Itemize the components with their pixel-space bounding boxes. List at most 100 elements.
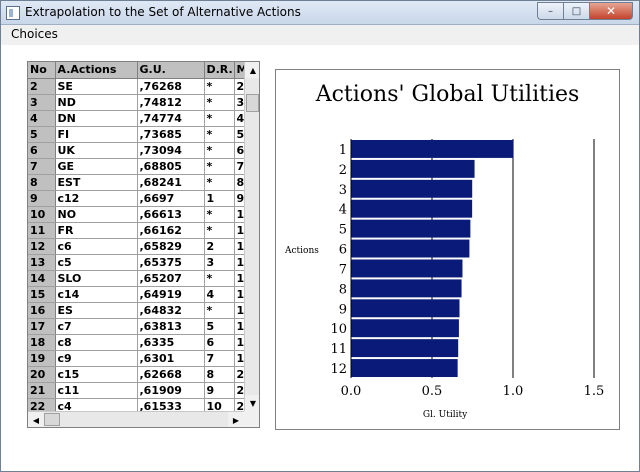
cell-global-utility[interactable]: ,76268 bbox=[137, 78, 205, 95]
row-number[interactable]: 8 bbox=[28, 174, 56, 191]
cell-m[interactable]: 1 bbox=[234, 350, 245, 367]
row-number[interactable]: 6 bbox=[28, 142, 56, 159]
scroll-down-arrow-icon[interactable]: ▼ bbox=[245, 395, 259, 411]
menu-choices[interactable]: Choices bbox=[11, 27, 58, 41]
row-number[interactable]: 21 bbox=[28, 382, 56, 399]
table-row[interactable]: 13 c5,65375 3 1 bbox=[28, 254, 245, 271]
cell-m[interactable]: 6 bbox=[234, 142, 245, 159]
cell-dr[interactable]: * bbox=[204, 206, 235, 223]
cell-action[interactable]: c5 bbox=[55, 254, 138, 271]
cell-dr[interactable]: 9 bbox=[204, 382, 235, 399]
title-bar[interactable]: Extrapolation to the Set of Alternative … bbox=[1, 1, 639, 25]
cell-dr[interactable]: * bbox=[204, 126, 235, 143]
row-number[interactable]: 2 bbox=[28, 78, 56, 95]
table-row[interactable]: 16 ES ,64832 * 1 bbox=[28, 302, 245, 319]
cell-action[interactable]: NO bbox=[55, 206, 138, 223]
cell-dr[interactable]: * bbox=[204, 302, 235, 319]
header-gu[interactable]: G.U. bbox=[137, 62, 205, 79]
cell-global-utility[interactable]: ,65829 bbox=[137, 238, 205, 255]
cell-global-utility[interactable]: ,6335 bbox=[137, 334, 205, 351]
cell-dr[interactable]: * bbox=[204, 174, 235, 191]
horizontal-scroll-thumb[interactable] bbox=[44, 413, 60, 426]
cell-global-utility[interactable]: ,6697 bbox=[137, 190, 205, 207]
cell-global-utility[interactable]: ,64832 bbox=[137, 302, 205, 319]
row-number[interactable]: 10 bbox=[28, 206, 56, 223]
cell-m[interactable]: 1 bbox=[234, 238, 245, 255]
cell-action[interactable]: EST bbox=[55, 174, 138, 191]
cell-action[interactable]: SLO bbox=[55, 270, 138, 287]
cell-dr[interactable]: 1 bbox=[204, 190, 235, 207]
row-number[interactable]: 13 bbox=[28, 254, 56, 271]
cell-global-utility[interactable]: ,74812 bbox=[137, 94, 205, 111]
cell-global-utility[interactable]: ,65207 bbox=[137, 270, 205, 287]
cell-global-utility[interactable]: ,64919 bbox=[137, 286, 205, 303]
row-number[interactable]: 12 bbox=[28, 238, 56, 255]
cell-dr[interactable]: * bbox=[204, 142, 235, 159]
cell-m[interactable]: 1 bbox=[234, 302, 245, 319]
cell-action[interactable]: FI bbox=[55, 126, 138, 143]
table-row[interactable]: 3 ND ,74812 * 3 bbox=[28, 94, 245, 111]
close-button[interactable]: ✕ bbox=[589, 2, 633, 20]
horizontal-scrollbar[interactable]: ◀ ▶ bbox=[28, 411, 244, 427]
cell-global-utility[interactable]: ,6301 bbox=[137, 350, 205, 367]
table-row[interactable]: 17 c7,63813 5 1 bbox=[28, 318, 245, 335]
table-row[interactable]: 7 GE ,68805 * 7 bbox=[28, 158, 245, 175]
cell-action[interactable]: DN bbox=[55, 110, 138, 127]
cell-global-utility[interactable]: ,73685 bbox=[137, 126, 205, 143]
cell-global-utility[interactable]: ,63813 bbox=[137, 318, 205, 335]
cell-dr[interactable]: * bbox=[204, 270, 235, 287]
cell-global-utility[interactable]: ,62668 bbox=[137, 366, 205, 383]
cell-action[interactable]: FR bbox=[55, 222, 138, 239]
cell-m[interactable]: 1 bbox=[234, 222, 245, 239]
table-row[interactable]: 15 c14,64919 4 1 bbox=[28, 286, 245, 303]
scroll-right-arrow-icon[interactable]: ▶ bbox=[228, 412, 244, 427]
cell-global-utility[interactable]: ,74774 bbox=[137, 110, 205, 127]
cell-m[interactable]: 1 bbox=[234, 334, 245, 351]
table-row[interactable]: 8 EST ,68241 * 8 bbox=[28, 174, 245, 191]
cell-action[interactable]: UK bbox=[55, 142, 138, 159]
row-number[interactable]: 16 bbox=[28, 302, 56, 319]
row-number[interactable]: 4 bbox=[28, 110, 56, 127]
cell-m[interactable]: 2 bbox=[234, 382, 245, 399]
cell-m[interactable]: 1 bbox=[234, 254, 245, 271]
cell-m[interactable]: 4 bbox=[234, 110, 245, 127]
row-number[interactable]: 7 bbox=[28, 158, 56, 175]
scroll-up-arrow-icon[interactable]: ▲ bbox=[245, 62, 259, 78]
row-number[interactable]: 11 bbox=[28, 222, 56, 239]
cell-m[interactable]: 1 bbox=[234, 206, 245, 223]
cell-dr[interactable]: 8 bbox=[204, 366, 235, 383]
cell-m[interactable]: 8 bbox=[234, 174, 245, 191]
cell-global-utility[interactable]: ,66613 bbox=[137, 206, 205, 223]
actions-grid[interactable]: No A.Actions G.U. D.R. M 2SE,76268*23ND,… bbox=[27, 61, 260, 428]
cell-action[interactable]: c14 bbox=[55, 286, 138, 303]
table-row[interactable]: 9 c12,6697 1 9 bbox=[28, 190, 245, 207]
cell-m[interactable]: 9 bbox=[234, 190, 245, 207]
cell-m[interactable]: 5 bbox=[234, 126, 245, 143]
cell-dr[interactable]: * bbox=[204, 222, 235, 239]
row-number[interactable]: 14 bbox=[28, 270, 56, 287]
cell-action[interactable]: c15 bbox=[55, 366, 138, 383]
table-row[interactable]: 4 DN ,74774 * 4 bbox=[28, 110, 245, 127]
cell-action[interactable]: c7 bbox=[55, 318, 138, 335]
cell-action[interactable]: c8 bbox=[55, 334, 138, 351]
cell-dr[interactable]: 7 bbox=[204, 350, 235, 367]
row-number[interactable]: 17 bbox=[28, 318, 56, 335]
cell-action[interactable]: c12 bbox=[55, 190, 138, 207]
header-no[interactable]: No bbox=[28, 62, 56, 79]
cell-m[interactable]: 1 bbox=[234, 270, 245, 287]
vertical-scroll-thumb[interactable] bbox=[246, 94, 259, 112]
table-row[interactable]: 12 c6,65829 2 1 bbox=[28, 238, 245, 255]
cell-m[interactable]: 3 bbox=[234, 94, 245, 111]
cell-dr[interactable]: * bbox=[204, 78, 235, 95]
cell-global-utility[interactable]: ,66162 bbox=[137, 222, 205, 239]
table-row[interactable]: 6 UK ,73094 * 6 bbox=[28, 142, 245, 159]
cell-global-utility[interactable]: ,68241 bbox=[137, 174, 205, 191]
table-row[interactable]: 10 NO ,66613 * 1 bbox=[28, 206, 245, 223]
cell-action[interactable]: c9 bbox=[55, 350, 138, 367]
table-row[interactable]: 5 FI ,73685 * 5 bbox=[28, 126, 245, 143]
app-icon[interactable] bbox=[6, 6, 20, 20]
cell-global-utility[interactable]: ,73094 bbox=[137, 142, 205, 159]
table-row[interactable]: 11 FR ,66162 * 1 bbox=[28, 222, 245, 239]
cell-dr[interactable]: * bbox=[204, 110, 235, 127]
cell-dr[interactable]: 3 bbox=[204, 254, 235, 271]
